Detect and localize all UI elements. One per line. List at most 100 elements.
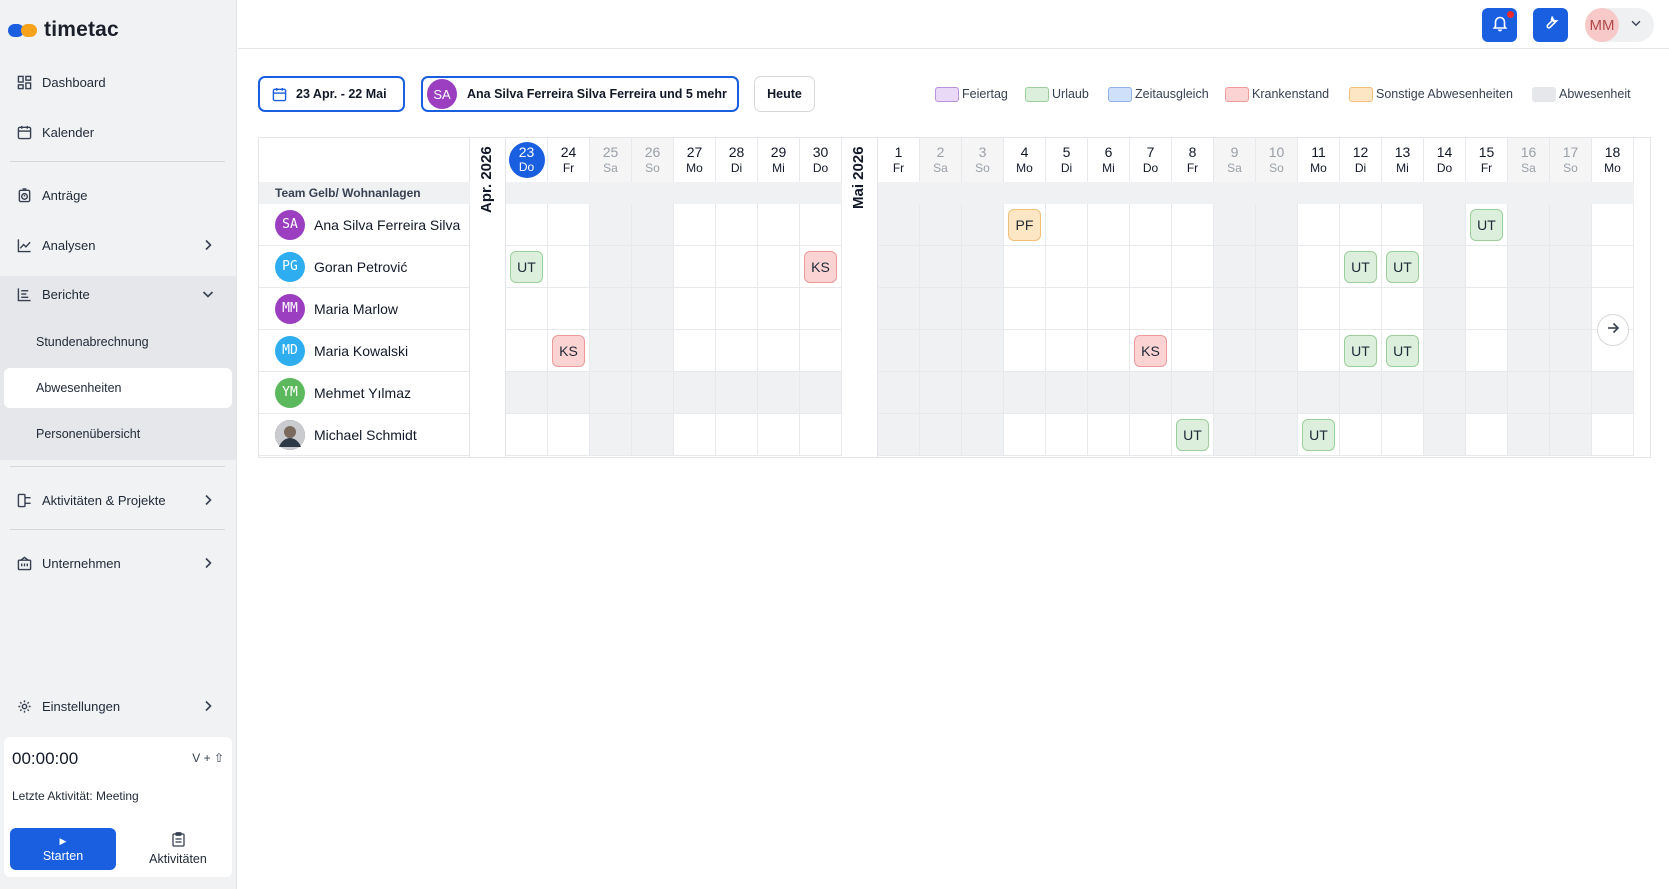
day-cell[interactable] <box>878 372 920 414</box>
day-cell[interactable] <box>1256 414 1298 456</box>
activities-button[interactable]: Aktivitäten <box>128 828 228 870</box>
day-cell[interactable] <box>1424 372 1466 414</box>
day-cell[interactable] <box>1004 246 1046 288</box>
day-cell[interactable] <box>1424 330 1466 372</box>
person-row[interactable]: SA Ana Silva Ferreira Silva <box>259 204 470 246</box>
day-cell[interactable] <box>1256 246 1298 288</box>
day-cell[interactable] <box>1298 246 1340 288</box>
day-cell[interactable] <box>1004 372 1046 414</box>
day-cell[interactable] <box>1550 204 1592 246</box>
day-cell[interactable] <box>920 204 962 246</box>
day-cell[interactable] <box>1046 372 1088 414</box>
day-cell[interactable] <box>1508 372 1550 414</box>
people-selector[interactable]: SA Ana Silva Ferreira Silva Ferreira und… <box>421 76 739 112</box>
absence-badge[interactable]: UT <box>1344 335 1377 367</box>
day-cell[interactable]: UT <box>1382 246 1424 288</box>
day-cell[interactable] <box>1466 372 1508 414</box>
day-cell[interactable] <box>878 246 920 288</box>
day-cell[interactable] <box>1088 288 1130 330</box>
day-cell[interactable] <box>758 288 800 330</box>
day-cell[interactable] <box>674 204 716 246</box>
day-cell[interactable] <box>962 372 1004 414</box>
day-cell[interactable] <box>506 414 548 456</box>
person-row[interactable]: MD Maria Kowalski <box>259 330 470 372</box>
sidebar-item-dashboard[interactable]: Dashboard <box>8 64 230 100</box>
day-cell[interactable] <box>1550 414 1592 456</box>
day-cell[interactable] <box>716 246 758 288</box>
day-header[interactable]: 24 Fr <box>548 138 590 182</box>
day-cell[interactable] <box>548 288 590 330</box>
day-cell[interactable] <box>920 372 962 414</box>
day-cell[interactable] <box>1508 204 1550 246</box>
day-header[interactable]: 12 Di <box>1340 138 1382 182</box>
day-cell[interactable] <box>1172 246 1214 288</box>
day-cell[interactable] <box>1088 372 1130 414</box>
day-cell[interactable] <box>758 246 800 288</box>
day-cell[interactable] <box>800 330 842 372</box>
day-cell[interactable] <box>1004 414 1046 456</box>
day-cell[interactable] <box>1046 288 1088 330</box>
day-cell[interactable] <box>962 414 1004 456</box>
day-cell[interactable]: KS <box>1130 330 1172 372</box>
day-cell[interactable] <box>962 330 1004 372</box>
day-cell[interactable] <box>590 330 632 372</box>
day-cell[interactable] <box>878 330 920 372</box>
today-button[interactable]: Heute <box>754 76 815 112</box>
day-cell[interactable] <box>1340 204 1382 246</box>
day-cell[interactable]: KS <box>800 246 842 288</box>
day-header[interactable]: 18 Mo <box>1592 138 1634 182</box>
day-cell[interactable] <box>1298 288 1340 330</box>
start-button[interactable]: ▶ Starten <box>10 828 116 870</box>
day-cell[interactable] <box>1550 246 1592 288</box>
person-row[interactable]: MM Maria Marlow <box>259 288 470 330</box>
day-cell[interactable] <box>1550 330 1592 372</box>
day-cell[interactable] <box>1256 372 1298 414</box>
day-header[interactable]: 23 Do <box>506 138 548 182</box>
date-range-picker[interactable]: 23 Apr. - 22 Mai <box>258 76 405 112</box>
day-cell[interactable] <box>632 414 674 456</box>
day-cell[interactable] <box>590 288 632 330</box>
day-cell[interactable] <box>800 288 842 330</box>
day-cell[interactable] <box>1382 372 1424 414</box>
absence-badge[interactable]: KS <box>552 335 585 367</box>
day-cell[interactable] <box>1382 414 1424 456</box>
day-cell[interactable] <box>1340 288 1382 330</box>
sidebar-sub-abwesenheiten[interactable]: Abwesenheiten <box>4 368 232 408</box>
day-cell[interactable] <box>1214 288 1256 330</box>
day-cell[interactable] <box>1466 288 1508 330</box>
day-cell[interactable] <box>548 414 590 456</box>
day-cell[interactable]: UT <box>506 246 548 288</box>
day-header[interactable]: 13 Mi <box>1382 138 1424 182</box>
day-cell[interactable] <box>548 372 590 414</box>
day-cell[interactable]: UT <box>1172 414 1214 456</box>
day-header[interactable]: 27 Mo <box>674 138 716 182</box>
notifications-button[interactable] <box>1482 8 1517 42</box>
day-cell[interactable] <box>1130 246 1172 288</box>
day-cell[interactable] <box>1256 204 1298 246</box>
day-cell[interactable] <box>1382 288 1424 330</box>
sidebar-item-aktivitaeten-projekte[interactable]: Aktivitäten & Projekte <box>8 482 230 518</box>
day-cell[interactable] <box>1088 330 1130 372</box>
sidebar-item-analysen[interactable]: Analysen <box>8 227 230 263</box>
day-cell[interactable] <box>878 204 920 246</box>
sidebar-item-einstellungen[interactable]: Einstellungen <box>8 688 230 724</box>
day-header[interactable]: 16 Sa <box>1508 138 1550 182</box>
day-cell[interactable] <box>920 330 962 372</box>
day-cell[interactable] <box>1214 246 1256 288</box>
day-cell[interactable] <box>758 414 800 456</box>
day-cell[interactable] <box>1340 372 1382 414</box>
day-cell[interactable] <box>716 330 758 372</box>
day-cell[interactable] <box>1214 204 1256 246</box>
day-cell[interactable] <box>674 372 716 414</box>
day-cell[interactable] <box>1130 414 1172 456</box>
day-header[interactable]: 3 So <box>962 138 1004 182</box>
day-cell[interactable] <box>1004 288 1046 330</box>
day-cell[interactable] <box>1046 330 1088 372</box>
day-cell[interactable] <box>632 204 674 246</box>
day-cell[interactable] <box>632 246 674 288</box>
day-cell[interactable] <box>590 204 632 246</box>
day-cell[interactable]: KS <box>548 330 590 372</box>
day-cell[interactable] <box>1046 204 1088 246</box>
absence-badge[interactable]: UT <box>1302 419 1335 451</box>
day-cell[interactable] <box>1592 204 1634 246</box>
